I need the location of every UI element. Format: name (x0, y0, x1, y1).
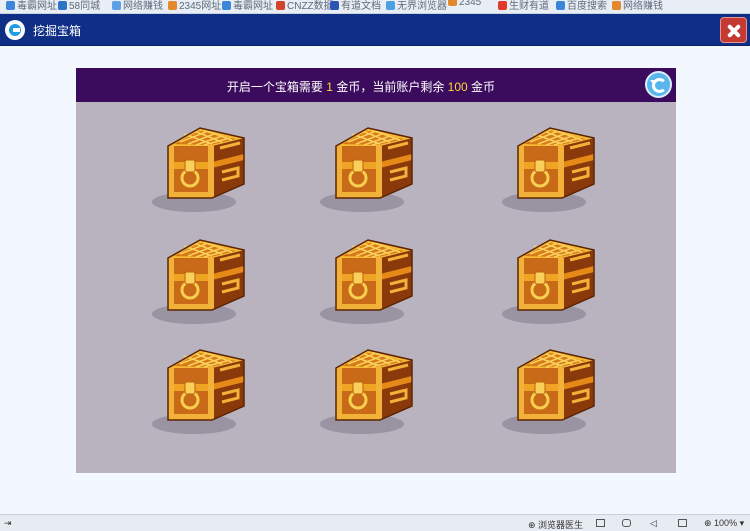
coin-balance: 100 (447, 80, 468, 94)
treasure-chest-9[interactable] (498, 340, 602, 440)
treasure-chest-5[interactable] (316, 230, 420, 330)
info-mid: 金币，当前账户剩余 (336, 80, 445, 94)
sound-icon[interactable]: ◁ (650, 518, 657, 529)
dialog-title: 挖掘宝箱 (33, 24, 82, 38)
info-suffix: 金币 (471, 80, 496, 94)
treasure-chest-2[interactable] (316, 118, 420, 218)
treasure-chest-icon (502, 127, 595, 212)
info-prefix: 开启一个宝箱需要 (226, 80, 323, 94)
fav-item[interactable]: 百度搜索 (556, 0, 607, 12)
fav-item[interactable]: 网络赚钱 (612, 0, 663, 12)
dialog-title-bar: 挖掘宝箱 (0, 14, 750, 46)
fav-item[interactable]: 2345 (448, 0, 481, 11)
fav-item[interactable]: 毒霸网址 (6, 0, 57, 12)
zoom-level: 100% (714, 518, 738, 528)
browser-doctor-button[interactable]: ⊕ 浏览器医生 (528, 518, 583, 531)
panel-header: 开启一个宝箱需要 1 金币，当前账户剩余 100 金币 (76, 68, 676, 102)
treasure-chest-icon (152, 127, 245, 212)
treasure-chest-6[interactable] (498, 230, 602, 330)
treasure-chest-icon (320, 127, 413, 212)
compat-icon[interactable] (622, 519, 631, 527)
fav-item[interactable]: 2345网址 (168, 0, 221, 12)
sidebar-toggle-icon[interactable]: ⇥ (4, 518, 12, 529)
treasure-chest-3[interactable] (498, 118, 602, 218)
zoom-control[interactable]: ⊕ 100% ▾ (704, 518, 744, 529)
open-cost: 1 (326, 80, 333, 94)
treasure-game-panel: 开启一个宝箱需要 1 金币，当前账户剩余 100 金币 (76, 68, 676, 473)
fav-item[interactable]: CNZZ数据 (276, 0, 334, 12)
treasure-chest-icon (320, 239, 413, 324)
status-bar: ⇥ ⊕ 浏览器医生 ◁ ⊕ 100% ▾ (0, 514, 750, 531)
treasure-chest-icon (502, 349, 595, 434)
fav-item[interactable]: 58同城 (58, 0, 100, 12)
window-icon[interactable] (678, 519, 687, 527)
fav-item[interactable]: 有道文档 (330, 0, 381, 12)
treasure-chest-4[interactable] (148, 230, 252, 330)
coin-info-text: 开启一个宝箱需要 1 金币，当前账户剩余 100 金币 (76, 78, 646, 95)
fav-item[interactable]: 毒霸网址 (222, 0, 273, 12)
favorites-bar: 毒霸网址 58同城 网络赚钱 2345网址 毒霸网址 CNZZ数据 有道文档 无… (0, 0, 750, 14)
treasure-chest-icon (320, 349, 413, 434)
refresh-button[interactable] (645, 71, 672, 98)
treasure-chest-icon (502, 239, 595, 324)
app-logo-icon (5, 20, 25, 40)
treasure-chest-icon (152, 239, 245, 324)
fav-item[interactable]: 网络赚钱 (112, 0, 163, 12)
treasure-chest-icon (152, 349, 245, 434)
fav-item[interactable]: 生财有道 (498, 0, 549, 12)
treasure-chest-8[interactable] (316, 340, 420, 440)
close-button[interactable] (720, 17, 747, 43)
treasure-chest-1[interactable] (148, 118, 252, 218)
screenshot-icon[interactable] (596, 519, 605, 527)
treasure-chest-7[interactable] (148, 340, 252, 440)
fav-item[interactable]: 无界浏览器 (386, 0, 447, 12)
browser-doctor-label: 浏览器医生 (538, 520, 584, 530)
